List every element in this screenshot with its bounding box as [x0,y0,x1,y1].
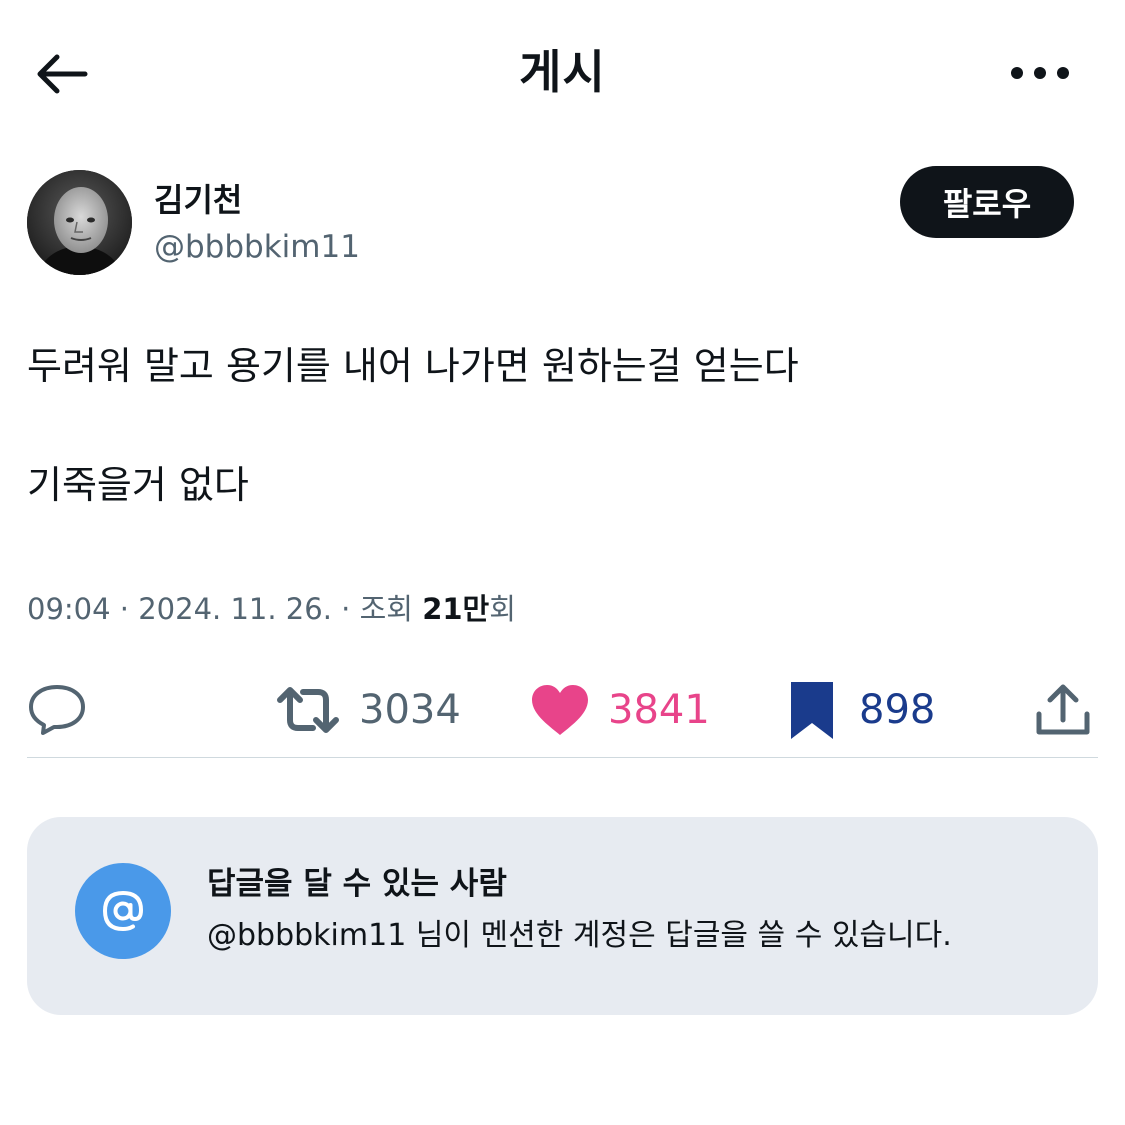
meta-separator: · [110,592,139,626]
views-label: 조회 [359,592,413,626]
reply-restriction-description: @bbbbkim11 님이 멘션한 계정은 답글을 쓸 수 있습니다. [207,918,952,953]
share-button[interactable] [1034,680,1092,740]
post-meta: 09:04 · 2024. 11. 26. · 조회 21만회 [27,588,516,630]
post-time[interactable]: 09:04 [27,592,111,626]
views-count: 21만 [422,592,490,626]
meta-separator: · [331,592,360,626]
post-text-line: 기죽을거 없다 [27,463,249,507]
retweet-button[interactable]: 3034 [275,680,461,740]
avatar[interactable] [27,170,132,275]
post-detail-page: 게시 김기천 @bbbbkim11 팔로우 두려워 말고 용기를 내어 나가면 … [0,0,1125,1125]
author-name[interactable]: 김기천 [154,178,242,222]
post-date[interactable]: 2024. 11. 26. [138,592,332,626]
post-text-line: 두려워 말고 용기를 내어 나가면 원하는걸 얻는다 [27,344,799,388]
reply-bubble-icon [29,685,85,735]
page-title: 게시 [519,45,606,99]
like-button[interactable]: 3841 [530,680,710,740]
retweet-count: 3034 [359,687,461,733]
share-icon [1036,684,1090,735]
heart-filled-icon [532,685,588,735]
avatar-photo [27,170,132,275]
reply-restriction-notice: at 답글을 달 수 있는 사람 @bbbbkim11 님이 멘션한 계정은 답… [27,817,1098,1015]
retweet-icon [277,687,339,733]
divider [27,757,1098,758]
reply-restriction-title: 답글을 달 수 있는 사람 [207,866,507,902]
author-handle[interactable]: @bbbbkim11 [154,226,360,268]
reply-button[interactable] [27,680,87,740]
bookmark-count: 898 [859,687,936,733]
bookmark-button[interactable]: 898 [787,678,935,742]
like-count: 3841 [608,687,710,733]
follow-button[interactable]: 팔로우 [900,166,1074,238]
bookmark-filled-icon [791,682,833,739]
views-suffix: 회 [489,592,516,626]
more-options-button[interactable] [1004,50,1076,96]
at-icon: at [75,863,171,959]
more-horizontal-icon [1011,67,1069,79]
